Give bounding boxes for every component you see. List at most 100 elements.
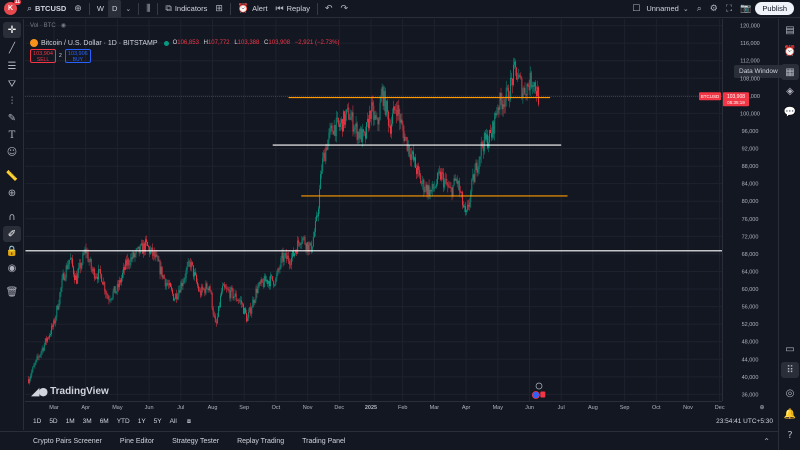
candle-body	[276, 274, 278, 279]
timeframe-d[interactable]: D	[107, 0, 122, 18]
data-window-button[interactable]: ▦	[781, 64, 799, 80]
tab-replay-trading[interactable]: Replay Trading	[228, 438, 293, 445]
emoji-tool[interactable]: ☺	[3, 144, 21, 160]
replay-button[interactable]: ⏮ Replay	[272, 0, 314, 18]
candle-body	[120, 277, 122, 283]
clock[interactable]: 23:54:41 UTC+5:30	[716, 418, 773, 425]
undo-button[interactable]: ↶	[321, 0, 337, 18]
candle-body	[374, 115, 376, 121]
notifications-button[interactable]: 🔔	[781, 406, 799, 422]
symbol-search[interactable]: ⌕ BTCUSD	[23, 0, 70, 18]
candle-body	[176, 293, 178, 299]
candle-body	[196, 274, 197, 283]
candle-body	[385, 101, 387, 115]
candle-body	[534, 82, 536, 91]
candle-body	[296, 251, 298, 254]
remove-drawings[interactable]: 🗑	[3, 284, 21, 300]
event-flag-icon[interactable]	[540, 391, 546, 398]
trend-line-tool[interactable]: ╱	[3, 40, 21, 56]
candle-body	[289, 264, 291, 266]
redo-button[interactable]: ↷	[337, 0, 353, 18]
eye-icon[interactable]: ◉	[61, 22, 66, 29]
replay-label: Replay	[286, 4, 310, 13]
candle-body	[454, 178, 456, 181]
chart-area[interactable]: 120,000 116,000 112,000 108,000 104,000 100,0…	[25, 19, 777, 412]
range-1m[interactable]: 1M	[62, 418, 79, 425]
range-all[interactable]: All	[166, 418, 181, 425]
quick-search-button[interactable]: ⌕	[693, 0, 706, 18]
range-6m[interactable]: 6M	[96, 418, 113, 425]
candle-body	[32, 367, 34, 372]
date-range-icon[interactable]: ⧇	[187, 417, 191, 426]
alerts-panel-button[interactable]: ⏰	[781, 43, 799, 59]
candle-body	[163, 275, 165, 279]
candle-body	[226, 288, 228, 290]
economic-event-icon[interactable]	[531, 391, 540, 399]
snapshot-button[interactable]: 📷	[736, 0, 755, 18]
candle-body	[123, 267, 124, 273]
settings-button[interactable]: ⚙	[706, 0, 722, 18]
range-5y[interactable]: 5Y	[150, 418, 166, 425]
alert-button[interactable]: ⏰ Alert	[234, 0, 272, 18]
timeframe-dropdown[interactable]: ⌄	[121, 0, 135, 18]
pattern-tool[interactable]: ⛛	[3, 76, 21, 92]
axis-settings-icon[interactable]: ⊕	[759, 405, 764, 411]
chart-svg[interactable]: 120,000116,000112,000108,000104,000100,0…	[25, 19, 777, 412]
layers-button[interactable]: ◈	[781, 83, 799, 99]
user-avatar[interactable]: K 11	[4, 0, 21, 15]
candle-body	[407, 145, 409, 151]
price-axis[interactable]: 120,000116,000112,000108,000104,000100,0…	[722, 19, 760, 401]
compare-symbol-button[interactable]: ⊕	[70, 0, 86, 18]
candle-body	[472, 174, 474, 180]
candle-body	[255, 288, 257, 301]
tradingview-watermark[interactable]: ◢● TradingView	[31, 385, 109, 398]
volume-legend[interactable]: Vol · BTC ◉	[30, 20, 342, 31]
dividend-event-icon[interactable]	[535, 382, 543, 390]
publish-button[interactable]: Publish	[755, 2, 794, 15]
layout-selector[interactable]: ☐ Unnamed ⌄	[628, 0, 692, 18]
apps-button[interactable]: ⠿	[781, 362, 799, 378]
candle-body	[434, 186, 436, 188]
collapse-panel-icon[interactable]: ⌃	[763, 437, 778, 446]
timeframe-w[interactable]: W	[93, 0, 108, 18]
candle-body	[435, 184, 437, 187]
time-tick-label: Dec	[334, 405, 344, 411]
fib-tool[interactable]: ⫶	[3, 93, 21, 109]
fullscreen-button[interactable]: ⛶	[722, 0, 736, 18]
tab-crypto-pairs-screener[interactable]: Crypto Pairs Screener	[0, 438, 111, 445]
measure-tool[interactable]: 📏	[3, 168, 21, 184]
help-button[interactable]: ?	[781, 427, 799, 443]
chat-button[interactable]: 💬	[781, 104, 799, 120]
ohlc-values: O106,853 H107,772 L103,388 C103,908 −2,9…	[173, 40, 343, 46]
candle-body	[201, 286, 203, 296]
hide-drawings[interactable]: ◉	[3, 260, 21, 276]
range-ytd[interactable]: YTD	[113, 418, 134, 425]
stay-in-drawing-mode[interactable]: ✐	[3, 226, 21, 242]
time-axis[interactable]: Mar Apr May Jun Jul Aug Sep Oct Nov Dec 2025 Feb Mar…	[25, 401, 765, 412]
magnet-tool[interactable]: ∩	[3, 209, 21, 225]
streams-button[interactable]: ◎	[781, 385, 799, 401]
brush-tool[interactable]: ✎	[3, 110, 21, 126]
range-1y[interactable]: 1Y	[134, 418, 150, 425]
zoom-tool[interactable]: ⊕	[3, 185, 21, 201]
symbol-legend[interactable]: Bitcoin / U.S. Dollar · 1D · BITSTAMP O1…	[30, 39, 342, 47]
templates-button[interactable]: ⊞	[211, 0, 227, 18]
indicators-button[interactable]: ⧉ Indicators	[161, 0, 211, 18]
horizontal-lines-tool[interactable]: ☰	[3, 58, 21, 74]
lock-drawings[interactable]: 🔒	[3, 243, 21, 259]
crosshair-tool[interactable]: ✛	[3, 22, 21, 38]
range-1d[interactable]: 1D	[29, 418, 45, 425]
calendar-button[interactable]: ▭	[781, 341, 799, 357]
candle-body	[427, 185, 429, 195]
text-tool[interactable]: T	[3, 127, 21, 143]
sell-button[interactable]: 103,904 SELL	[30, 49, 56, 63]
chart-type-button[interactable]: ⫼	[142, 0, 154, 18]
tab-pine-editor[interactable]: Pine Editor	[111, 438, 163, 445]
buy-button[interactable]: 103,906 BUY	[64, 49, 91, 63]
tab-strategy-tester[interactable]: Strategy Tester	[163, 438, 228, 445]
watchlist-button[interactable]: ▤	[781, 22, 799, 38]
range-3m[interactable]: 3M	[79, 418, 96, 425]
tab-trading-panel[interactable]: Trading Panel	[293, 438, 354, 445]
candle-body	[160, 266, 162, 275]
range-5d[interactable]: 5D	[45, 418, 61, 425]
